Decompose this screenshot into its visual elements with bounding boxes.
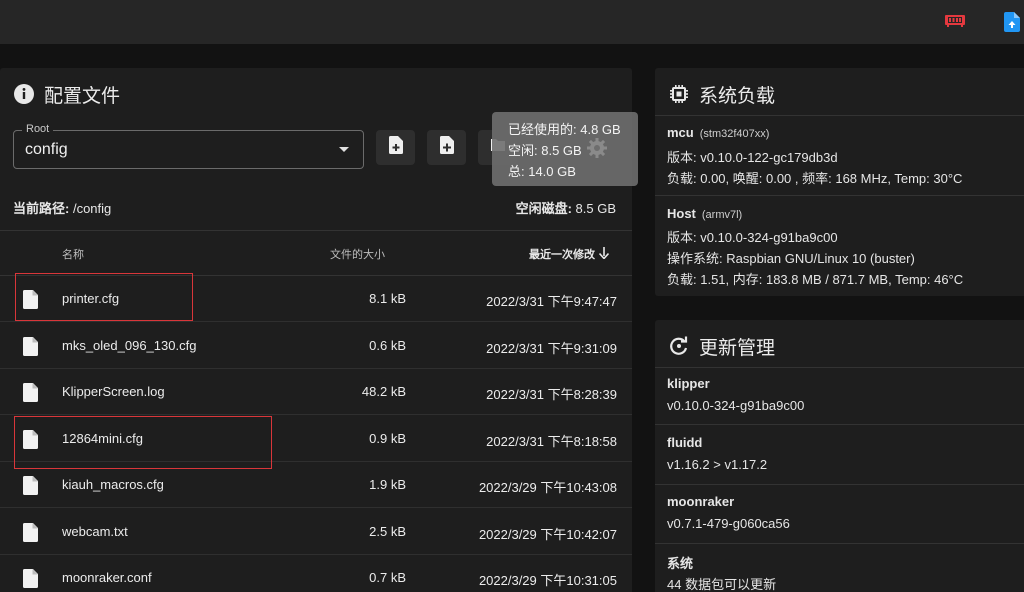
files-card-title: 配置文件 [44,85,121,107]
divider [655,115,1024,116]
info-icon [14,84,34,104]
host-name: Host [667,206,696,221]
file-size: 0.6 kB [369,337,406,353]
update-manager-header: 更新管理 [669,332,775,360]
system-load-header: 系统负载 [669,80,775,108]
file-icon [23,476,38,495]
file-icon [23,569,38,588]
system-load-card: 系统负载 mcu (stm32f407xx) 版本: v0.10.0-122-gc… [655,68,1024,296]
current-path-label: 当前路径: [13,201,70,216]
mcu-load: 负载: 0.00, 唤醒: 0.00 , 频率: 168 MHz, Temp: … [667,171,963,186]
file-modified: 2022/3/31 下午9:47:47 [486,294,617,309]
free-disk-label: 空闲磁盘: [515,201,572,216]
add-file-button[interactable] [376,130,415,165]
file-name[interactable]: webcam.txt [62,524,128,539]
file-size: 1.9 kB [369,477,406,492]
column-header-modified[interactable]: 最近一次修改 [529,246,610,262]
file-icon [23,522,38,542]
file-modified: 2022/3/29 下午10:42:07 [478,526,617,542]
system-load-title: 系统负载 [699,85,776,107]
current-path-value: /config [72,201,112,216]
update-item-version[interactable]: v1.16.2 > v1.17.2 [667,457,767,472]
file-modified: 2022/3/31 下午8:18:58 [486,433,617,449]
file-name[interactable]: kiauh_macros.cfg [62,477,164,492]
current-path: 当前路径: /config [13,198,111,217]
host-os: 操作系统: Raspbian GNU/Linux 10 (buster) [667,251,915,266]
divider [655,367,1024,368]
file-size: 8.1 kB [369,291,406,306]
highlight-box [14,416,272,469]
root-select-value: config [25,141,68,158]
host-load: 负载: 1.51, 内存: 183.8 MB / 871.7 MB, Temp:… [667,272,964,287]
disk-free: 空闲: 8.5 GB [508,143,582,158]
caret-down-icon [339,147,349,152]
divider [655,424,1024,425]
divider [655,195,1024,196]
mcu-heading: mcu (stm32f407xx) [667,125,769,140]
top-app-bar [0,0,1024,44]
host-arch: (armv7l) [701,209,743,221]
file-size: 0.9 kB [369,430,406,446]
update-item-name: klipper [667,376,710,391]
column-header-name[interactable]: 名称 [62,246,84,262]
divider [0,230,632,231]
disk-used: 已经使用的: 4.8 GB [508,122,621,137]
mcu-version: 版本: v0.10.0-122-gc179db3d [667,150,838,165]
file-modified: 2022/3/31 下午9:31:09 [486,340,617,356]
refresh-icon[interactable] [669,336,689,356]
update-item-version: v0.7.1-479-g060ca56 [667,516,790,531]
update-item-name: moonraker [667,494,735,509]
file-size: 48.2 kB [361,384,406,399]
root-select-label: Root [22,123,54,135]
files-card-header: 配置文件 [14,80,120,108]
disk-total: 总: 14.0 GB [508,164,576,179]
table-row[interactable]: mks_oled_096_130.cfg 0.6 kB 2022/3/31 下午9:… [0,323,632,369]
host-heading: Host (armv7l) [667,206,742,221]
table-row[interactable]: moonraker.conf 0.7 kB 2022/3/29 下午10:31:05 [0,555,632,592]
file-icon [23,336,38,356]
divider [655,543,1024,544]
update-item-name: fluidd [667,435,703,450]
column-header-size[interactable]: 文件的大小 [330,246,385,262]
divider [655,484,1024,485]
file-upload-icon[interactable] [1003,11,1021,33]
free-disk-value: 8.5 GB [575,201,616,216]
free-disk: 空闲磁盘: 8.5 GB [516,198,616,217]
upload-file-button[interactable] [427,130,466,165]
file-modified: 2022/3/31 下午8:28:39 [486,387,617,402]
update-manager-card: 更新管理 klipper v0.10.0-324-g91ba9c00 fluid… [655,320,1024,592]
disk-usage-tooltip: 已经使用的: 4.8 GB 空闲: 8.5 GB 总: 14.0 GB [492,112,638,186]
file-modified: 2022/3/29 下午10:31:05 [478,573,617,588]
update-item-version[interactable]: 44 数据包可以更新 [667,574,776,592]
add-file-icon [388,136,403,159]
file-size: 0.7 kB [369,570,406,585]
column-header-modified-label: 最近一次修改 [529,249,595,261]
file-name[interactable]: mks_oled_096_130.cfg [62,338,196,353]
gear-icon[interactable] [586,137,608,164]
chip-icon [669,84,689,104]
highlight-box [15,273,193,321]
file-modified: 2022/3/29 下午10:43:08 [478,480,617,495]
upload-file-icon [439,136,454,159]
update-item-name: 系统 [667,556,694,571]
file-size: 2.5 kB [369,523,406,539]
file-icon [23,383,38,402]
mcu-chip: (stm32f407xx) [699,128,770,140]
file-name[interactable]: moonraker.conf [62,570,152,585]
file-name[interactable]: KlipperScreen.log [62,384,165,399]
update-manager-title: 更新管理 [699,337,776,359]
host-version: 版本: v0.10.0-324-g91ba9c00 [667,230,838,245]
arrow-down-icon [598,246,610,262]
table-row[interactable]: webcam.txt 2.5 kB 2022/3/29 下午10:42:07 [0,509,632,555]
root-select[interactable]: Root config [13,123,364,169]
table-row[interactable]: KlipperScreen.log 48.2 kB 2022/3/31 下午8:28… [0,369,632,415]
usb-device-icon[interactable] [944,11,966,29]
update-item-version: v0.10.0-324-g91ba9c00 [667,398,805,413]
mcu-name: mcu [667,125,694,140]
